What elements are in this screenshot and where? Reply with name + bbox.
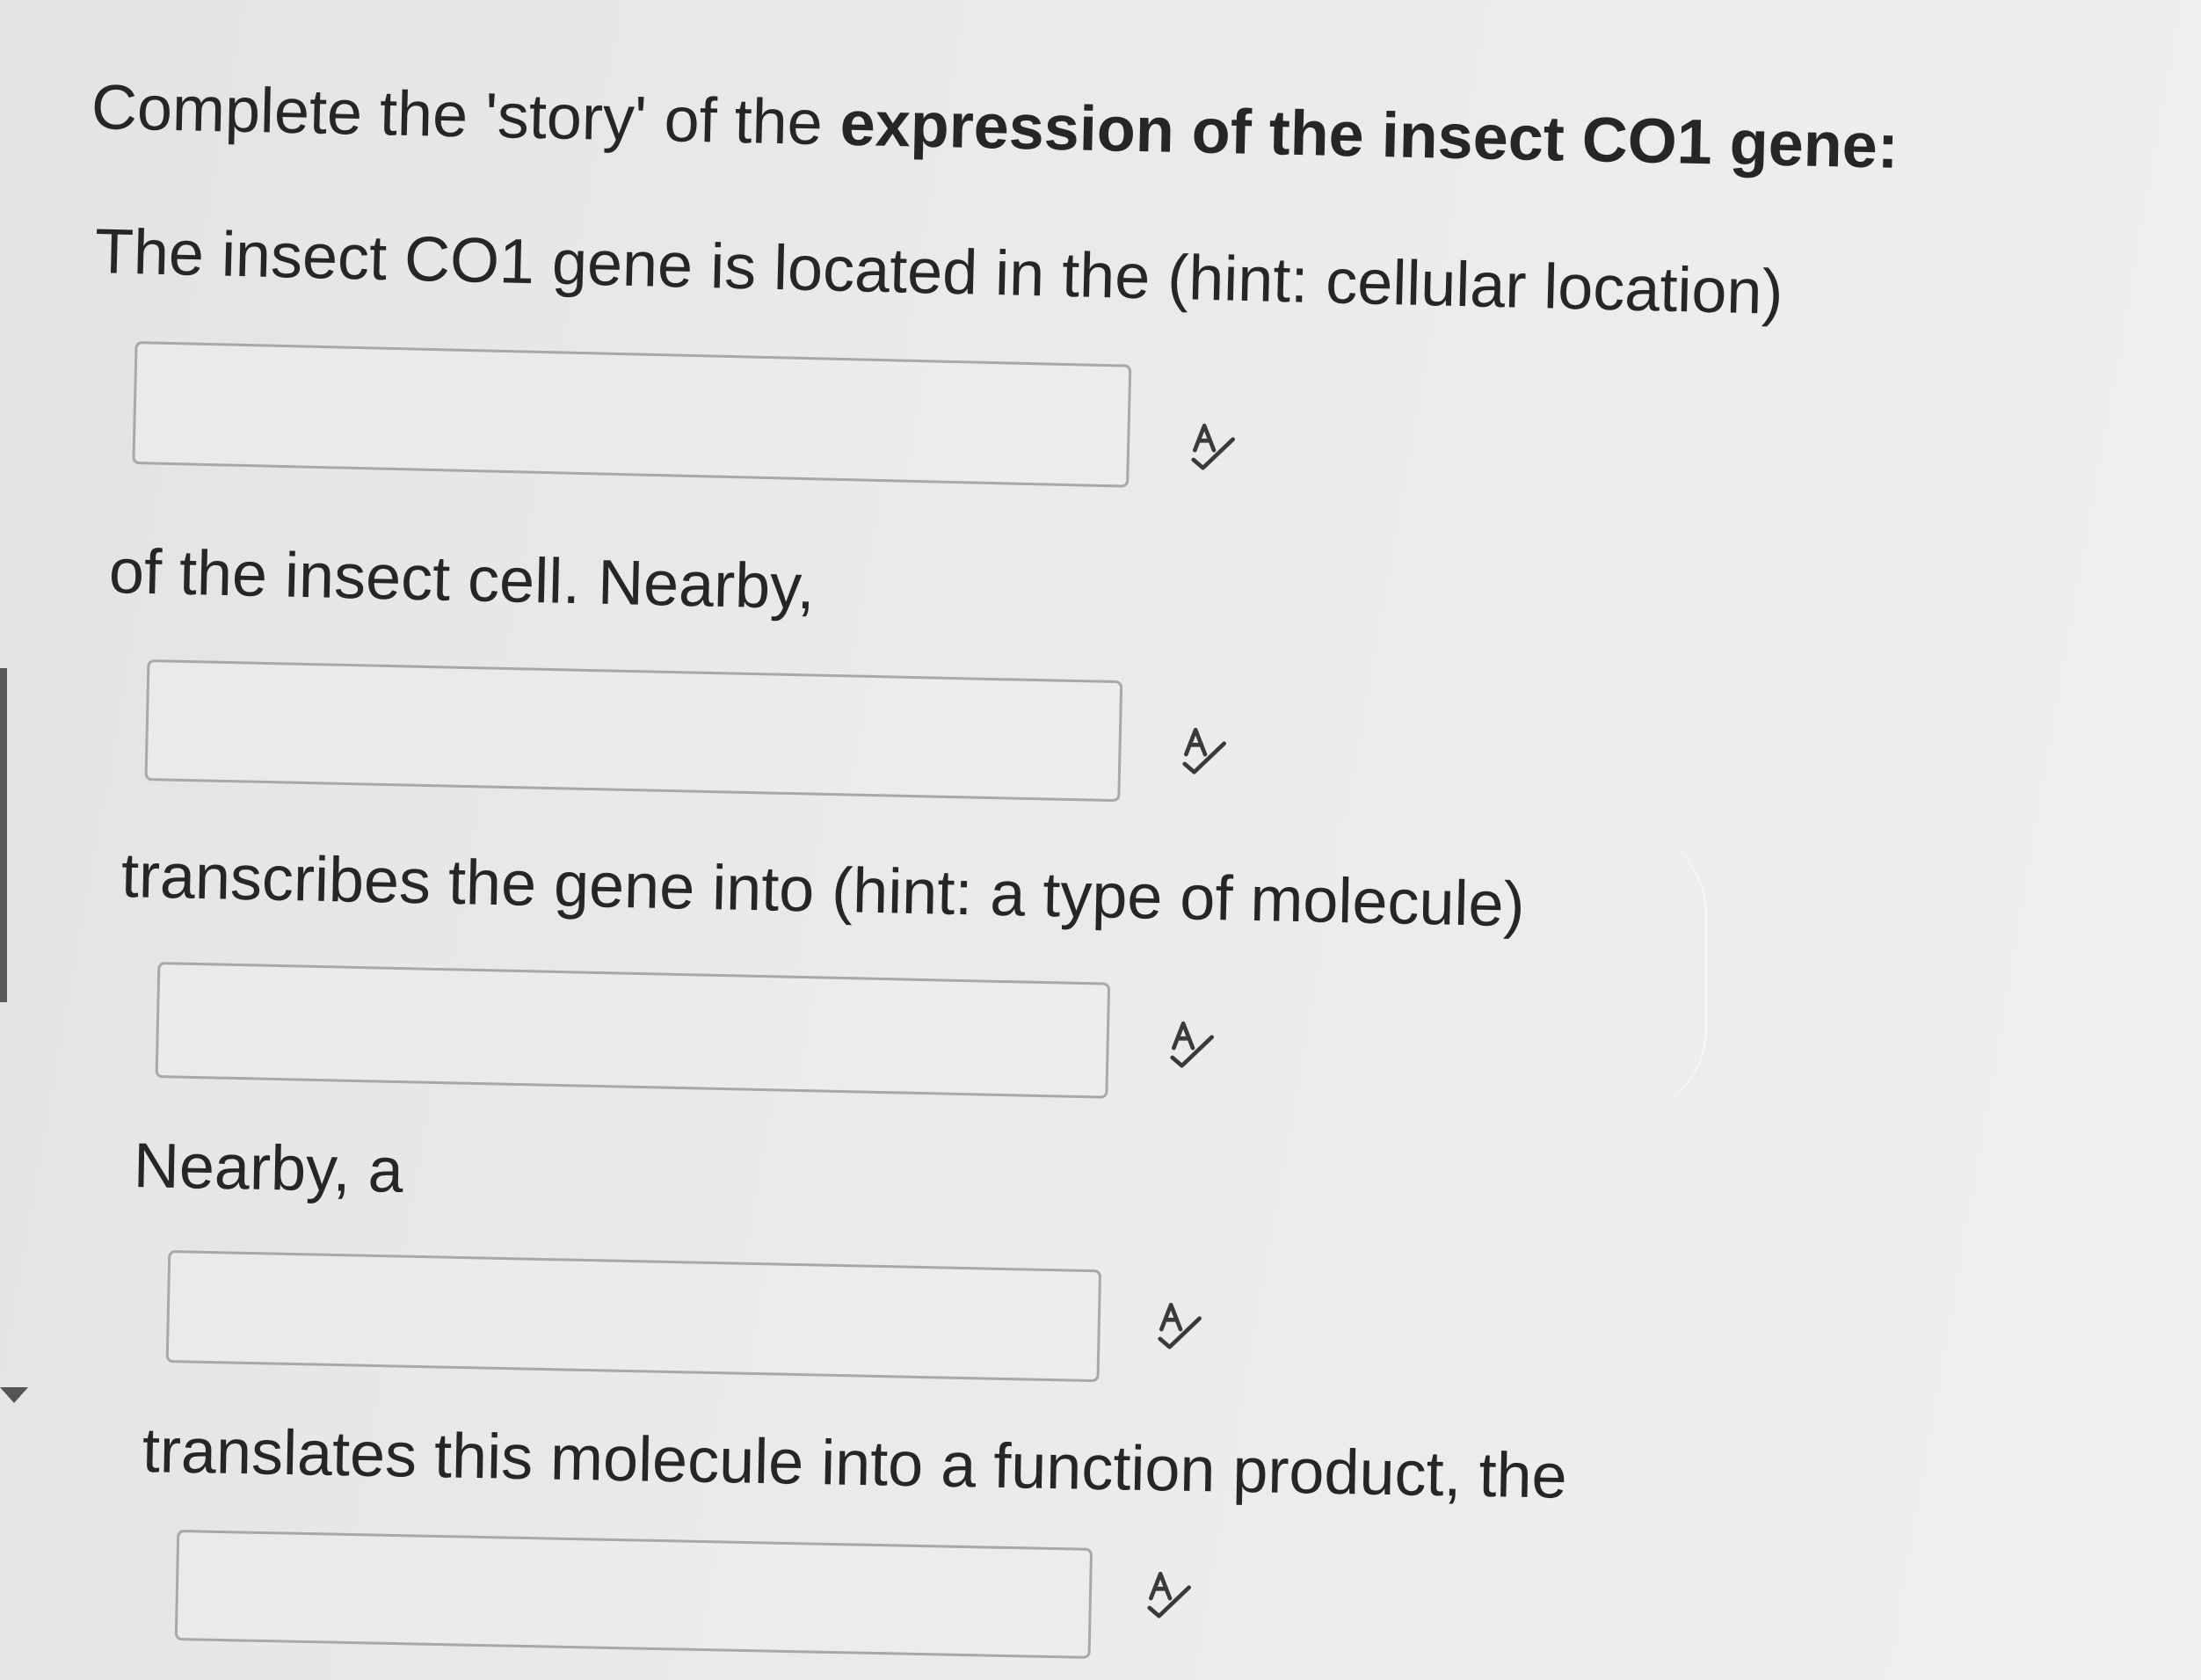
- answer-field-5[interactable]: [174, 1530, 1093, 1659]
- prompt-cellular-location: The insect CO1 gene is located in the (h…: [94, 216, 1784, 328]
- answer-field-1[interactable]: [132, 341, 1132, 488]
- question-title: Complete the 'story' of the expression o…: [91, 72, 1899, 182]
- spellcheck-icon[interactable]: [1178, 724, 1232, 779]
- answer-field-3[interactable]: [155, 962, 1111, 1099]
- answer-field-2[interactable]: [144, 659, 1123, 803]
- prompt-molecule-type: transcribes the gene into (hint: a type …: [120, 840, 1526, 941]
- screen-glare: [1565, 826, 1707, 1116]
- spellcheck-icon[interactable]: [1166, 1018, 1220, 1073]
- spellcheck-icon[interactable]: [1187, 420, 1241, 475]
- answer-field-4[interactable]: [165, 1250, 1102, 1383]
- spellcheck-icon[interactable]: [1143, 1568, 1197, 1623]
- spellcheck-glyph-icon: [1191, 423, 1236, 470]
- spellcheck-glyph-icon: [1182, 727, 1227, 775]
- spellcheck-glyph-icon: [1147, 1571, 1192, 1618]
- spellcheck-icon[interactable]: [1153, 1299, 1208, 1354]
- prompt-nearby-1: of the insect cell. Nearby,: [108, 536, 816, 623]
- question-title-text: Complete the 'story' of the: [91, 72, 824, 159]
- side-panel-tab[interactable]: [0, 668, 7, 1002]
- prompt-function-product: translates this molecule into a function…: [142, 1415, 1568, 1512]
- question-title-emphasis: expression of the insect CO1 gene:: [839, 88, 1900, 182]
- spellcheck-glyph-icon: [1158, 1302, 1202, 1349]
- prompt-nearby-2: Nearby, a: [133, 1131, 404, 1206]
- spellcheck-glyph-icon: [1170, 1021, 1215, 1068]
- expand-arrow-icon[interactable]: [0, 1387, 28, 1403]
- question-page: Complete the 'story' of the expression o…: [0, 0, 2201, 1680]
